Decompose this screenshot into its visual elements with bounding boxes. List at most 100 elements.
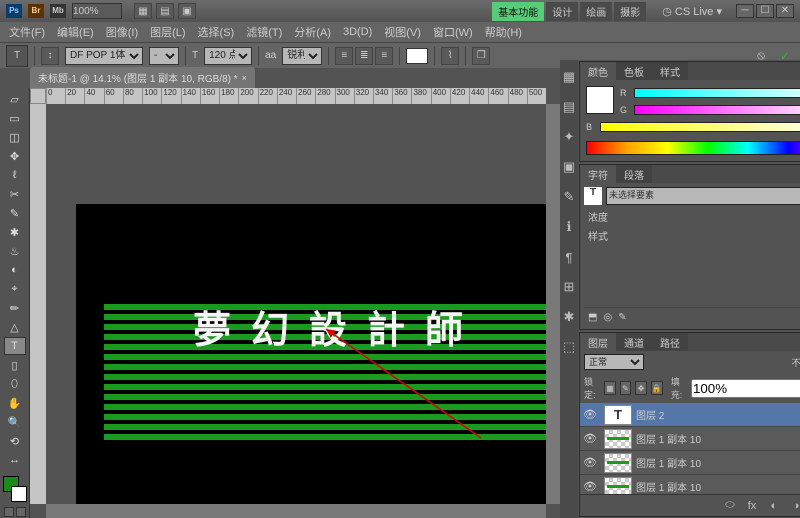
scrollbar-vertical[interactable] <box>546 104 560 504</box>
visibility-toggle[interactable]: 👁 <box>580 408 600 421</box>
workspace-tab[interactable]: 绘画 <box>580 2 612 21</box>
close-tab-icon[interactable]: × <box>242 73 247 83</box>
maximize-button[interactable]: ☐ <box>756 4 774 18</box>
tool-button[interactable]: ✥ <box>4 147 26 165</box>
layer-thumbnail[interactable]: T <box>604 405 632 425</box>
arrange-icon[interactable]: ▤ <box>156 3 174 19</box>
gear-icon[interactable]: ✱ <box>560 308 578 326</box>
history-icon[interactable]: ▦ <box>560 68 578 86</box>
close-button[interactable]: ✕ <box>776 4 794 18</box>
lock-all-icon[interactable]: 🔒 <box>651 381 663 395</box>
zoom-input[interactable] <box>72 3 122 19</box>
panel-tab[interactable]: 通道 <box>616 333 652 351</box>
panel-tab[interactable]: 颜色 <box>580 62 616 80</box>
menu-view[interactable]: 视图(V) <box>379 22 426 42</box>
layer-row[interactable]: 👁图层 1 副本 10 <box>580 475 800 494</box>
panel-tab[interactable]: 色板 <box>616 62 652 80</box>
visibility-toggle[interactable]: 👁 <box>580 480 600 493</box>
lock-paint-icon[interactable]: ✎ <box>620 381 632 395</box>
paragraph-icon[interactable]: ¶ <box>560 248 578 266</box>
cslive-button[interactable]: ◷ CS Live ▾ <box>662 5 722 18</box>
layer-row[interactable]: 👁图层 1 副本 10 <box>580 427 800 451</box>
menu-3d[interactable]: 3D(D) <box>338 24 377 40</box>
layer-thumbnail[interactable] <box>604 453 632 473</box>
align-right-icon[interactable]: ≡ <box>375 47 393 65</box>
align-center-icon[interactable]: ≣ <box>355 47 373 65</box>
font-size-select[interactable]: 120 点 <box>204 47 252 65</box>
font-family-select[interactable]: DF POP 1体 <box>65 47 143 65</box>
tool-button[interactable]: ℓ <box>4 166 26 184</box>
color-ramp[interactable] <box>586 141 800 155</box>
menu-filter[interactable]: 滤镜(T) <box>241 22 287 42</box>
text-color-swatch[interactable] <box>406 48 428 64</box>
layer-row[interactable]: 👁T图层 2 <box>580 403 800 427</box>
swatches-icon[interactable]: ▣ <box>560 158 578 176</box>
text-orientation-icon[interactable]: ↕ <box>41 47 59 65</box>
font-style-select[interactable]: - <box>149 47 179 65</box>
layer-thumbnail[interactable] <box>604 429 632 449</box>
current-color-swatch[interactable] <box>586 86 614 114</box>
menu-window[interactable]: 窗口(W) <box>428 22 478 42</box>
tool-button[interactable]: ✱ <box>4 223 26 241</box>
tool-button[interactable]: ♨ <box>4 242 26 260</box>
hand-tool-icon[interactable]: ▦ <box>134 3 152 19</box>
char-panel-toggle-icon[interactable]: ❐ <box>472 47 490 65</box>
fill-input[interactable] <box>691 379 800 398</box>
tool-button[interactable]: ⌖ <box>4 280 26 298</box>
tool-button[interactable]: △ <box>4 318 26 336</box>
workspace-tab[interactable]: 基本功能 <box>492 2 544 21</box>
layer-row[interactable]: 👁图层 1 副本 10 <box>580 451 800 475</box>
antialias-select[interactable]: 锐利 <box>282 47 322 65</box>
g-slider[interactable] <box>634 105 800 115</box>
layer-list[interactable]: 👁T图层 2👁图层 1 副本 10👁图层 1 副本 10👁图层 1 副本 10👁… <box>580 403 800 494</box>
info-icon[interactable]: ℹ <box>560 218 578 236</box>
menu-analysis[interactable]: 分析(A) <box>289 22 336 42</box>
eye-icon[interactable]: ◎ <box>603 312 612 323</box>
scrollbar-horizontal[interactable] <box>46 504 546 518</box>
brush-icon[interactable]: ✎ <box>560 188 578 206</box>
navigator-icon[interactable]: ⊞ <box>560 278 578 296</box>
tool-button[interactable]: ↔ <box>4 451 26 469</box>
mask-icon[interactable]: ◐ <box>766 500 782 512</box>
b-slider[interactable] <box>600 122 800 132</box>
document-tab[interactable]: 未标题-1 @ 14.1% (图层 1 副本 10, RGB/8) * × <box>30 67 255 88</box>
tool-button[interactable]: ⟲ <box>4 432 26 450</box>
menu-layer[interactable]: 图层(L) <box>145 22 190 42</box>
menu-edit[interactable]: 编辑(E) <box>52 22 99 42</box>
tool-button[interactable]: ▱ <box>4 90 26 108</box>
menu-image[interactable]: 图像(I) <box>101 22 143 42</box>
quickmask-toggle[interactable] <box>4 507 26 517</box>
tool-button[interactable]: ✎ <box>4 204 26 222</box>
tool-button[interactable]: T <box>4 337 26 355</box>
actions-icon[interactable]: ▤ <box>560 98 578 116</box>
color-picker[interactable] <box>3 476 27 502</box>
canvas[interactable]: 夢幻設計師 <box>46 104 546 504</box>
panel-tab[interactable]: 字符 <box>580 165 616 183</box>
panel-tab[interactable]: 路径 <box>652 333 688 351</box>
tool-button[interactable]: ◫ <box>4 128 26 146</box>
lock-position-icon[interactable]: ✥ <box>635 381 647 395</box>
panel-tab[interactable]: 图层 <box>580 333 616 351</box>
visibility-toggle[interactable]: 👁 <box>580 456 600 469</box>
r-slider[interactable] <box>634 88 800 98</box>
tool-button[interactable]: ✋ <box>4 394 26 412</box>
wand-icon[interactable]: ✦ <box>560 128 578 146</box>
app-icon-minibridge[interactable]: Mb <box>50 4 66 18</box>
link-layers-icon[interactable]: ⬭ <box>722 499 738 512</box>
lock-transparent-icon[interactable]: ▦ <box>604 381 616 395</box>
apply-icon[interactable]: ✎ <box>618 312 626 323</box>
visibility-toggle[interactable]: 👁 <box>580 432 600 445</box>
tool-button[interactable]: ✂ <box>4 185 26 203</box>
workspace-tab[interactable]: 设计 <box>546 2 578 21</box>
tool-button[interactable]: ⬯ <box>4 375 26 393</box>
fx-icon[interactable]: fx <box>744 500 760 512</box>
tool-button[interactable]: ▭ <box>4 109 26 127</box>
app-icon-bridge[interactable]: Br <box>28 4 44 18</box>
screen-mode-icon[interactable]: ▣ <box>178 3 196 19</box>
blend-mode-select[interactable]: 正常 <box>584 354 644 370</box>
tool-button[interactable]: ✏ <box>4 299 26 317</box>
menu-select[interactable]: 选择(S) <box>193 22 240 42</box>
panel-tab[interactable]: 样式 <box>652 62 688 80</box>
styles-icon[interactable]: ⬚ <box>560 338 578 356</box>
minimize-button[interactable]: ─ <box>736 4 754 18</box>
